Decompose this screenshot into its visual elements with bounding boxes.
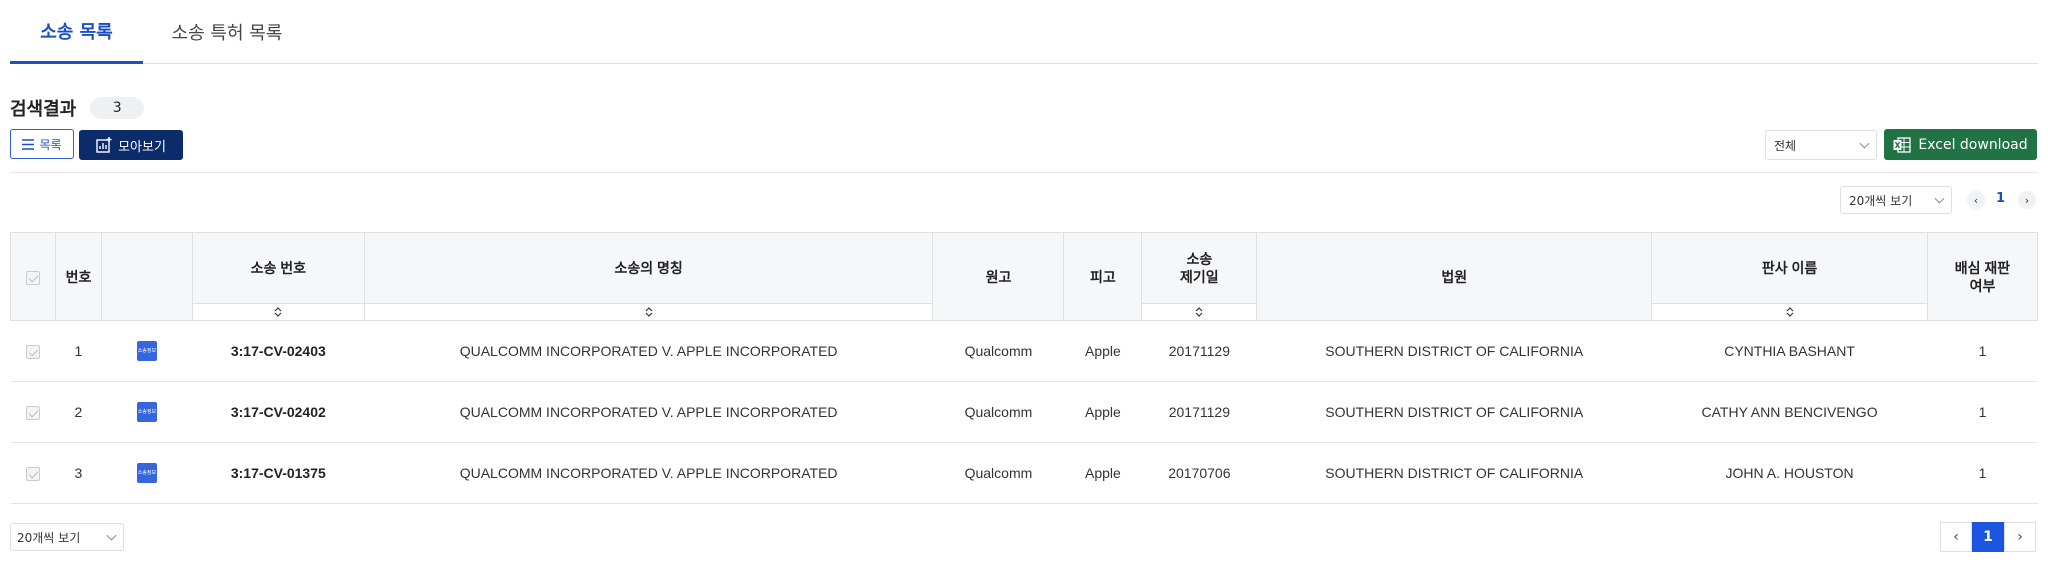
next-page-button-top[interactable]: › — [2018, 191, 2036, 209]
tab-litigation-list[interactable]: 소송 목록 — [10, 0, 143, 64]
sort-icon[interactable] — [192, 303, 364, 320]
header-filed-date[interactable]: 소송 제기일 — [1141, 232, 1258, 321]
chevron-down-icon — [1934, 193, 1945, 204]
row-checkbox-cell[interactable] — [10, 320, 56, 382]
header-jury: 배심 재판 여부 — [1927, 232, 2038, 321]
row-checkbox[interactable] — [25, 406, 40, 421]
list-view-label: 목록 — [39, 137, 62, 152]
chart-add-icon — [96, 137, 112, 153]
chevron-right-icon: › — [2024, 193, 2030, 207]
prev-page-button[interactable]: ‹ — [1940, 522, 1972, 552]
litigation-doc-icon[interactable]: 소송정보 — [136, 402, 157, 422]
sort-icon[interactable] — [1142, 303, 1257, 320]
header-no: 번호 — [54, 232, 102, 321]
row-court: SOUTHERN DISTRICT OF CALIFORNIA — [1256, 381, 1652, 443]
header-judge[interactable]: 판사 이름 — [1651, 232, 1928, 321]
list-view-button[interactable]: 목록 — [10, 129, 74, 159]
page-button-current[interactable]: 1 — [1972, 522, 2004, 552]
tab-litigation-patent-list[interactable]: 소송 특허 목록 — [143, 0, 311, 64]
row-checkbox[interactable] — [25, 467, 40, 482]
row-case-no[interactable]: 3:17-CV-02402 — [192, 381, 365, 443]
tab-bar: 소송 목록 소송 특허 목록 — [10, 0, 2038, 64]
row-court: SOUTHERN DISTRICT OF CALIFORNIA — [1256, 320, 1652, 382]
row-case-name: QUALCOMM INCORPORATED V. APPLE INCORPORA… — [364, 381, 933, 443]
row-case-no[interactable]: 3:17-CV-01375 — [192, 442, 365, 504]
filter-select[interactable]: 전체 — [1765, 130, 1877, 160]
row-icon-cell[interactable]: 소송정보 — [101, 320, 193, 382]
row-plaintiff: Qualcomm — [932, 320, 1064, 382]
select-all-header[interactable] — [10, 232, 56, 321]
select-all-checkbox[interactable] — [25, 270, 40, 285]
row-checkbox[interactable] — [25, 345, 40, 360]
litigation-doc-icon[interactable]: 소송정보 — [136, 341, 157, 361]
litigation-doc-icon[interactable]: 소송정보 — [136, 463, 157, 483]
search-result-summary: 검색결과 3 — [10, 95, 145, 121]
row-case-name: QUALCOMM INCORPORATED V. APPLE INCORPORA… — [364, 320, 933, 382]
table-header-row: 번호 소송 번호 소송의 명칭 원고 피고 소송 제기일 법원 판사 이름 배심… — [10, 232, 2038, 321]
row-icon-cell[interactable]: 소송정보 — [101, 442, 193, 504]
header-defendant: 피고 — [1063, 232, 1143, 321]
row-court: SOUTHERN DISTRICT OF CALIFORNIA — [1256, 442, 1652, 504]
table-row[interactable]: 3 소송정보 3:17-CV-01375 QUALCOMM INCORPORAT… — [10, 442, 2038, 504]
sort-icon[interactable] — [1652, 303, 1927, 320]
row-defendant: Apple — [1063, 442, 1142, 504]
row-judge: CATHY ANN BENCIVENGO — [1651, 381, 1928, 443]
header-plaintiff: 원고 — [932, 232, 1065, 321]
row-jury: 1 — [1927, 442, 2038, 504]
header-case-no[interactable]: 소송 번호 — [191, 232, 365, 321]
excel-download-label: Excel download — [1918, 136, 2028, 153]
row-plaintiff: Qualcomm — [932, 381, 1064, 443]
per-page-select-bottom[interactable]: 20개씩 보기 — [10, 523, 124, 551]
row-jury: 1 — [1927, 320, 2038, 382]
row-defendant: Apple — [1063, 381, 1142, 443]
row-icon-cell[interactable]: 소송정보 — [101, 381, 193, 443]
filter-select-value: 전체 — [1774, 138, 1797, 153]
row-jury: 1 — [1927, 381, 2038, 443]
row-filed-date: 20171129 — [1141, 381, 1257, 443]
sort-icon[interactable] — [364, 303, 933, 320]
row-defendant: Apple — [1063, 320, 1142, 382]
gallery-view-label: 모아보기 — [118, 139, 166, 155]
chevron-right-icon: › — [2017, 529, 2023, 545]
header-icon — [100, 232, 193, 321]
list-icon — [22, 138, 35, 150]
header-court: 법원 — [1256, 232, 1653, 321]
chevron-left-icon: ‹ — [1953, 529, 1959, 545]
row-case-name: QUALCOMM INCORPORATED V. APPLE INCORPORA… — [364, 442, 933, 504]
current-page-top[interactable]: 1 — [1996, 191, 2005, 206]
row-filed-date: 20170706 — [1141, 442, 1257, 504]
chevron-left-icon: ‹ — [1973, 193, 1979, 207]
next-page-button[interactable]: › — [2004, 522, 2036, 552]
prev-page-button-top[interactable]: ‹ — [1967, 191, 1985, 209]
per-page-value: 20개씩 보기 — [17, 530, 81, 545]
row-no: 3 — [55, 442, 102, 504]
excel-download-button[interactable]: Excel download — [1884, 129, 2037, 160]
divider — [10, 172, 2038, 173]
search-result-count-badge: 3 — [90, 97, 145, 119]
per-page-select-top[interactable]: 20개씩 보기 — [1840, 186, 1952, 214]
gallery-view-button[interactable]: 모아보기 — [79, 130, 183, 160]
row-no: 1 — [55, 320, 102, 382]
litigation-table: 번호 소송 번호 소송의 명칭 원고 피고 소송 제기일 법원 판사 이름 배심… — [10, 232, 2038, 504]
search-result-label: 검색결과 — [10, 99, 77, 120]
excel-icon — [1893, 136, 1912, 153]
row-plaintiff: Qualcomm — [932, 442, 1064, 504]
row-checkbox-cell[interactable] — [10, 381, 56, 443]
row-judge: JOHN A. HOUSTON — [1651, 442, 1928, 504]
row-judge: CYNTHIA BASHANT — [1651, 320, 1928, 382]
row-no: 2 — [55, 381, 102, 443]
row-filed-date: 20171129 — [1141, 320, 1257, 382]
chevron-down-icon — [106, 530, 117, 541]
table-row[interactable]: 1 소송정보 3:17-CV-02403 QUALCOMM INCORPORAT… — [10, 320, 2038, 382]
per-page-value: 20개씩 보기 — [1849, 193, 1913, 208]
row-checkbox-cell[interactable] — [10, 442, 56, 504]
table-row[interactable]: 2 소송정보 3:17-CV-02402 QUALCOMM INCORPORAT… — [10, 381, 2038, 443]
row-case-no[interactable]: 3:17-CV-02403 — [192, 320, 365, 382]
header-case-name[interactable]: 소송의 명칭 — [363, 232, 934, 321]
pagination: ‹ 1 › — [1940, 522, 2036, 552]
chevron-down-icon — [1859, 138, 1870, 149]
